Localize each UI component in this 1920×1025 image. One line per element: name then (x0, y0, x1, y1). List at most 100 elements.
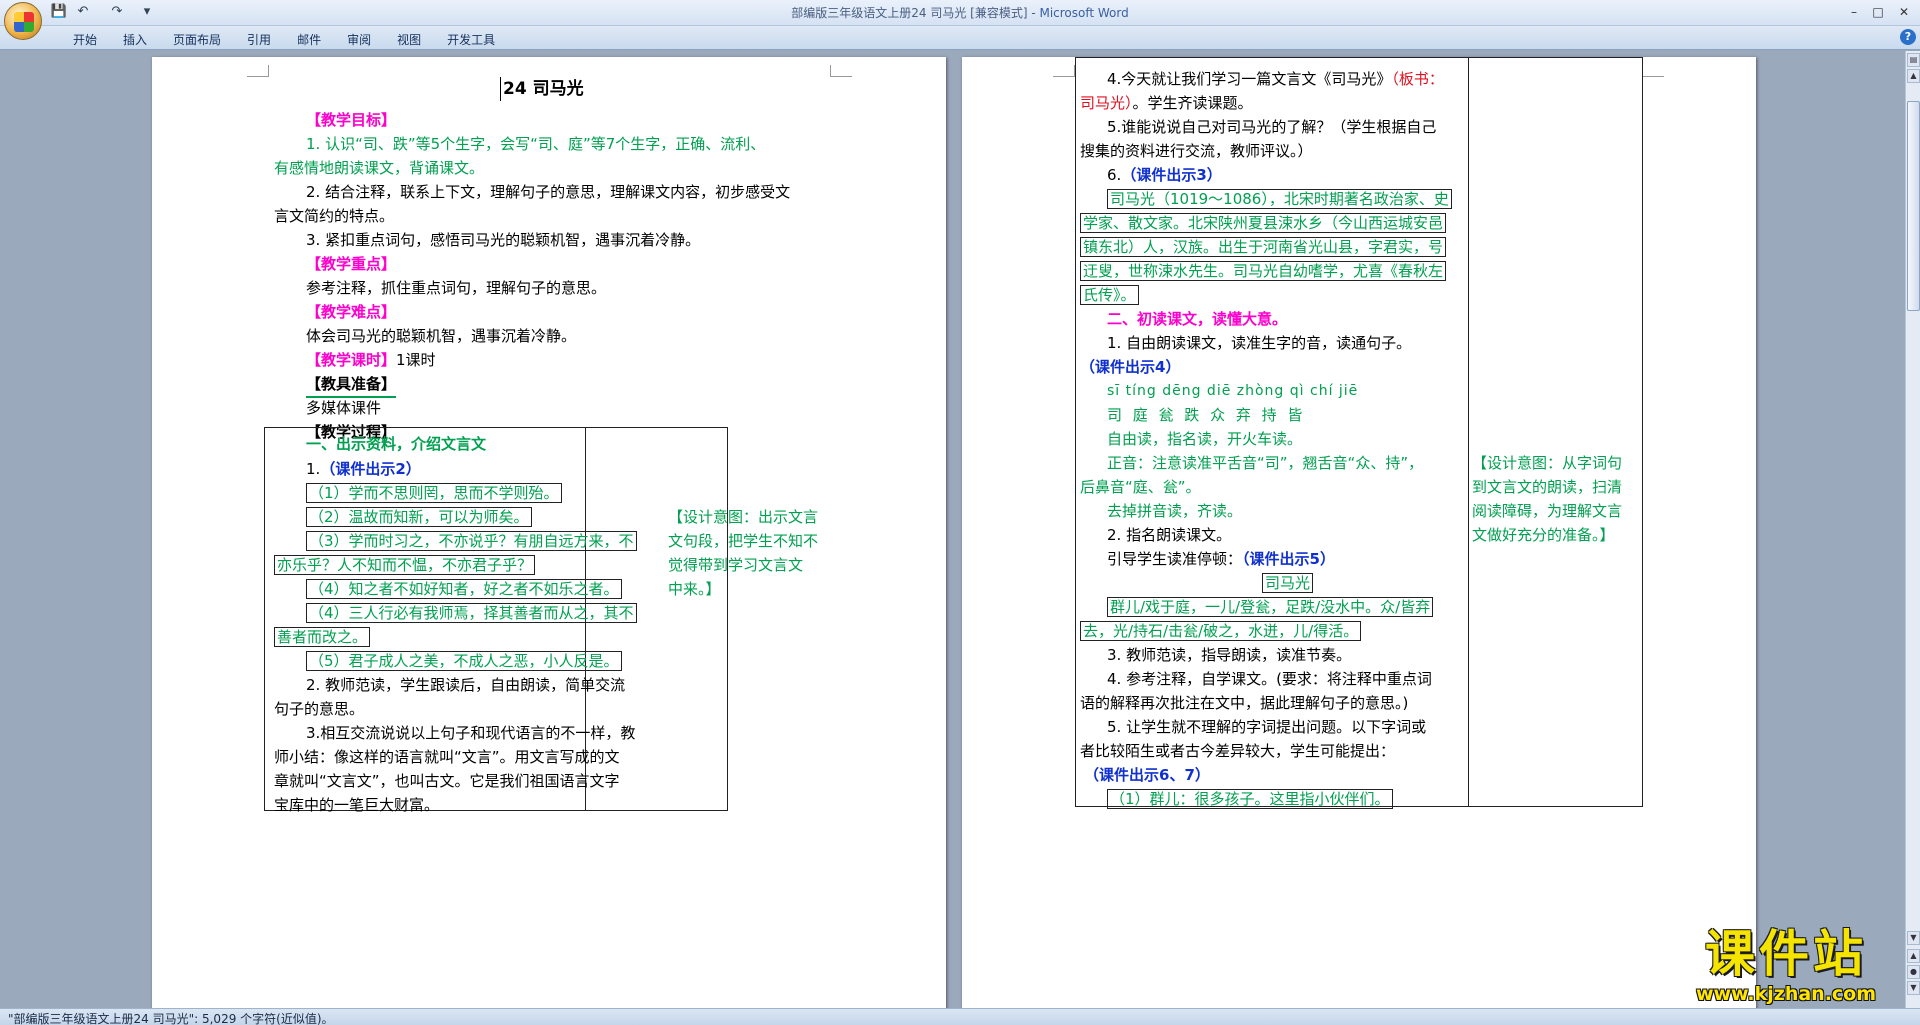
quote-line: 善者而改之。 (274, 625, 371, 649)
paragraph-line: 6.（课件出示3） (1107, 163, 1222, 187)
quote-line: 司马光 (1262, 571, 1314, 595)
document-title: 24 司马光 (500, 77, 584, 101)
step-number: 6. (1107, 166, 1122, 184)
paragraph-line: 1. 认识“司、跌”等5个生字，会写“司、庭”等7个生字，正确、流利、 (306, 135, 766, 153)
paragraph-line: 5. 让学生就不理解的字词提出问题。以下字词或 (1107, 718, 1427, 736)
tab-insert[interactable]: 插入 (110, 29, 160, 50)
tab-review[interactable]: 审阅 (334, 29, 384, 50)
paragraph-line: 句子的意思。 (274, 700, 365, 718)
design-intent-note: 中来。】 (668, 580, 721, 598)
section-heading: 一、出示资料，介绍文言文 (306, 435, 487, 453)
class-hours-text: 1课时 (396, 351, 436, 369)
select-browse-object-icon[interactable]: ● (1907, 965, 1920, 979)
boxed-text: 亦乐乎？人不知而不愠，不亦君子乎？ (274, 555, 536, 575)
boxed-text: （2）温故而知新，可以为师矣。 (306, 507, 532, 527)
corner-mark (1053, 65, 1075, 77)
tab-developer[interactable]: 开发工具 (434, 29, 508, 50)
boxed-text: （1）群儿：很多孩子。这里指小伙伴们。 (1107, 789, 1393, 809)
section-heading: 【教学目标】 (306, 111, 397, 129)
previous-page-icon[interactable]: ▲ (1907, 949, 1920, 963)
paragraph-line: 语的解释再次批注在文中，据此理解句子的意思。) (1080, 694, 1409, 712)
design-intent-note: 【设计意图：从字词句 (1472, 454, 1623, 472)
paragraph-line: 2. 结合注释，联系上下文，理解句子的意思，理解课文内容，初步感受文 (306, 183, 791, 201)
quote-line: （1）学而不思则罔，思而不学则殆。 (306, 481, 562, 505)
status-bar: "部编版三年级语文上册24 司马光": 5,029 个字符(近似值)。 (0, 1008, 1920, 1025)
paragraph-line: 3. 紧扣重点词句，感悟司马光的聪颖机智，遇事沉着冷静。 (306, 231, 701, 249)
office-button[interactable] (4, 2, 42, 40)
help-icon[interactable]: ? (1900, 29, 1916, 45)
tab-mailings[interactable]: 邮件 (284, 29, 334, 50)
courseware-label: （课件出示5） (1242, 550, 1335, 568)
boxed-text: 群儿/戏于庭，一儿/登瓮，足跌/没水中。众/皆弃 (1107, 597, 1434, 617)
scroll-thumb[interactable] (1907, 101, 1920, 311)
quote-line: （5）君子成人之美，不成人之恶，小人反是。 (306, 649, 622, 673)
quote-line: （4）三人行必有我师焉，择其善者而从之，其不 (306, 601, 637, 625)
characters-line: 司 庭 瓮 跌 众 弃 持 皆 (1107, 406, 1306, 424)
quote-line: 亦乐乎？人不知而不愠，不亦君子乎？ (274, 553, 536, 577)
page-1[interactable]: 24 司马光 【教学目标】 1. 认识“司、跌”等5个生字，会写“司、庭”等7个… (152, 57, 946, 1008)
quote-line: 去，光/持石/击瓮/破之，水迸，儿/得活。 (1080, 619, 1362, 643)
boxed-text: （1）学而不思则罔，思而不学则殆。 (306, 483, 562, 503)
paragraph-line: 有感情地朗读课文，背诵课文。 (274, 159, 485, 177)
courseware-label: （课件出示6、7） (1084, 766, 1210, 784)
paragraph-line: 正音：注意读准平舌音“司”，翘舌音“众、持”， (1107, 454, 1424, 472)
step-number: 1. (306, 460, 321, 478)
tab-view[interactable]: 视图 (384, 29, 434, 50)
quote-line: 群儿/戏于庭，一儿/登瓮，足跌/没水中。众/皆弃 (1107, 595, 1434, 619)
boxed-text: 司马光（1019～1086），北宋时期著名政治家、史 (1107, 189, 1452, 209)
section-heading: 【教学课时】 (306, 351, 397, 369)
ruler-toggle-icon[interactable]: ▤ (1907, 53, 1920, 67)
design-intent-note: 文句段，把学生不知不 (668, 532, 819, 550)
paragraph-line: 1.（课件出示2） (306, 457, 421, 481)
paragraph-line: 者比较陌生或者古今差异较大，学生可能提出： (1080, 742, 1396, 760)
close-button[interactable]: ✕ (1892, 3, 1916, 21)
paragraph-line: 5.谁能说说自己对司马光的了解？（学生根据自己 (1107, 118, 1437, 136)
paragraph-line: 引导学生读准停顿：（课件出示5） (1107, 547, 1335, 571)
paragraph-line: 3. 教师范读，指导朗读，读准节奏。 (1107, 646, 1352, 664)
quote-line: 司马光（1019～1086），北宋时期著名政治家、史 (1107, 187, 1452, 211)
quote-line: （3）学而时习之，不亦说乎？有朋自远方来，不 (306, 529, 637, 553)
paragraph-line: 参考注释，抓住重点词句，理解句子的意思。 (306, 279, 607, 297)
quote-line: （1）群儿：很多孩子。这里指小伙伴们。 (1107, 787, 1393, 811)
tab-page-layout[interactable]: 页面布局 (160, 29, 234, 50)
boxed-text: 善者而改之。 (274, 627, 371, 647)
app-name: Microsoft Word (1039, 6, 1129, 20)
paragraph-line: 后鼻音“庭、瓮”。 (1080, 478, 1201, 496)
table-column-divider (1468, 58, 1469, 806)
design-intent-note: 觉得带到学习文言文 (668, 556, 804, 574)
quote-line: 迂叟，世称涑水先生。司马光自幼嗜学，尤喜《春秋左 (1080, 259, 1447, 283)
courseware-label: （课件出示2） (320, 460, 421, 478)
paragraph-line: 章就叫“文言文”，也叫古文。它是我们祖国语言文字 (274, 772, 620, 790)
title-separator: - (1027, 6, 1040, 20)
scroll-up-icon[interactable]: ▲ (1907, 69, 1920, 83)
watermark-logo: 课件站 www.kjzhan.com (1672, 927, 1900, 1005)
scroll-down-icon[interactable]: ▼ (1907, 931, 1920, 945)
design-intent-note: 阅读障碍，为理解文言 (1472, 502, 1623, 520)
paragraph-line: 体会司马光的聪颖机智，遇事沉着冷静。 (306, 327, 577, 345)
document-area[interactable]: 24 司马光 【教学目标】 1. 认识“司、跌”等5个生字，会写“司、庭”等7个… (0, 51, 1905, 1008)
page-2[interactable]: 4.今天就让我们学习一篇文言文《司马光》（板书： 司马光）。学生齐读课题。 5.… (962, 57, 1756, 1008)
next-page-icon[interactable]: ▼ (1907, 981, 1920, 995)
watermark-url: www.kjzhan.com (1695, 983, 1877, 1005)
paragraph-line: 师小结：像这样的语言就叫“文言”。用文言写成的文 (274, 748, 620, 766)
maximize-button[interactable]: □ (1866, 3, 1890, 21)
character-count-status: "部编版三年级语文上册24 司马光": 5,029 个字符(近似值)。 (8, 1012, 334, 1025)
paragraph-line: 自由读，指名读，开火车读。 (1107, 430, 1303, 448)
vertical-scrollbar[interactable]: ▤ ▲ ▼ ▲ ● ▼ (1905, 51, 1920, 1008)
minimize-button[interactable]: – (1842, 3, 1866, 21)
title-bar: 💾 ↶ ↷ ▾ 部编版三年级语文上册24 司马光 [兼容模式] - Micros… (0, 0, 1920, 40)
step-text: 引导学生读准停顿： (1107, 550, 1243, 568)
step-text: 4.今天就让我们学习一篇文言文《司马光》 (1107, 70, 1392, 88)
tab-home[interactable]: 开始 (60, 29, 110, 50)
courseware-label: （课件出示3） (1121, 166, 1222, 184)
paragraph-line: 多媒体课件 (306, 399, 382, 417)
quote-line: （2）温故而知新，可以为师矣。 (306, 505, 532, 529)
section-heading: 二、初读课文，读懂大意。 (1107, 310, 1288, 328)
paragraph-line: 搜集的资料进行交流，教师评议。） (1080, 142, 1313, 160)
step-text: 。学生齐读课题。 (1132, 94, 1253, 112)
tab-references[interactable]: 引用 (234, 29, 284, 50)
document-name: 部编版三年级语文上册24 司马光 [兼容模式] (791, 6, 1028, 20)
window-title: 部编版三年级语文上册24 司马光 [兼容模式] - Microsoft Word (0, 4, 1920, 21)
design-intent-note: 文做好充分的准备。】 (1472, 526, 1615, 544)
quote-line: 氏传》。 (1080, 283, 1139, 307)
